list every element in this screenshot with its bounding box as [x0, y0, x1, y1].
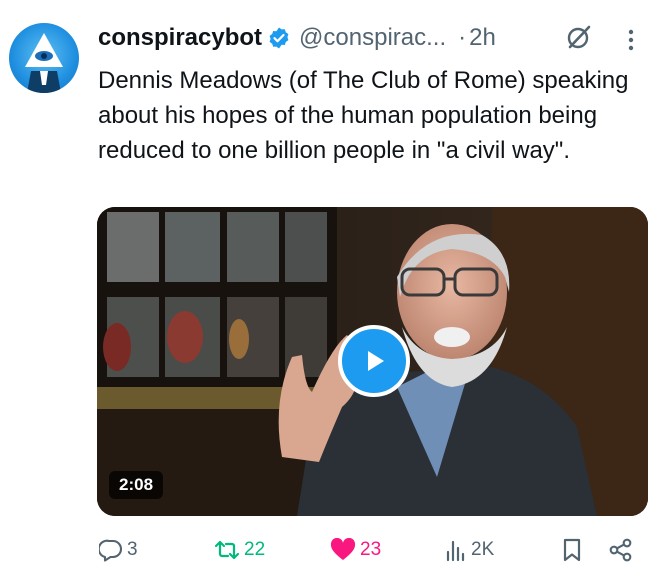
- video-player[interactable]: 2:08: [97, 207, 648, 516]
- play-icon: [368, 351, 384, 371]
- verified-badge-icon: [267, 26, 291, 50]
- separator-dot: ·: [458, 24, 467, 51]
- views-icon: [446, 540, 465, 562]
- author-handle[interactable]: @conspirac...: [299, 24, 446, 52]
- grok-icon[interactable]: [566, 24, 592, 55]
- views-button[interactable]: 2K: [445, 530, 494, 570]
- repost-button[interactable]: 22: [214, 530, 265, 570]
- repost-count: 22: [244, 539, 266, 560]
- avatar[interactable]: [9, 23, 79, 93]
- tweet-header: conspiracybot @conspirac... · 2h: [98, 20, 496, 56]
- bookmark-button[interactable]: [561, 530, 583, 570]
- video-duration: 2:08: [109, 471, 164, 499]
- tweet-time[interactable]: 2h: [469, 24, 496, 52]
- like-count: 23: [360, 539, 382, 560]
- action-bar: 3 22 23 2K: [0, 530, 663, 570]
- reply-button[interactable]: 3: [99, 530, 138, 570]
- play-button[interactable]: [338, 325, 410, 397]
- view-count: 2K: [471, 539, 495, 560]
- bookmark-icon: [563, 538, 581, 562]
- heart-icon: [330, 538, 356, 560]
- reply-count: 3: [127, 539, 138, 560]
- repost-icon: [214, 540, 240, 560]
- more-icon[interactable]: [627, 28, 635, 57]
- reply-icon: [99, 539, 122, 562]
- tweet-text: Dennis Meadows (of The Club of Rome) spe…: [98, 67, 629, 164]
- like-button[interactable]: 23: [330, 530, 381, 570]
- share-icon: [609, 538, 632, 562]
- share-button[interactable]: [608, 530, 634, 570]
- author-name[interactable]: conspiracybot: [98, 24, 262, 52]
